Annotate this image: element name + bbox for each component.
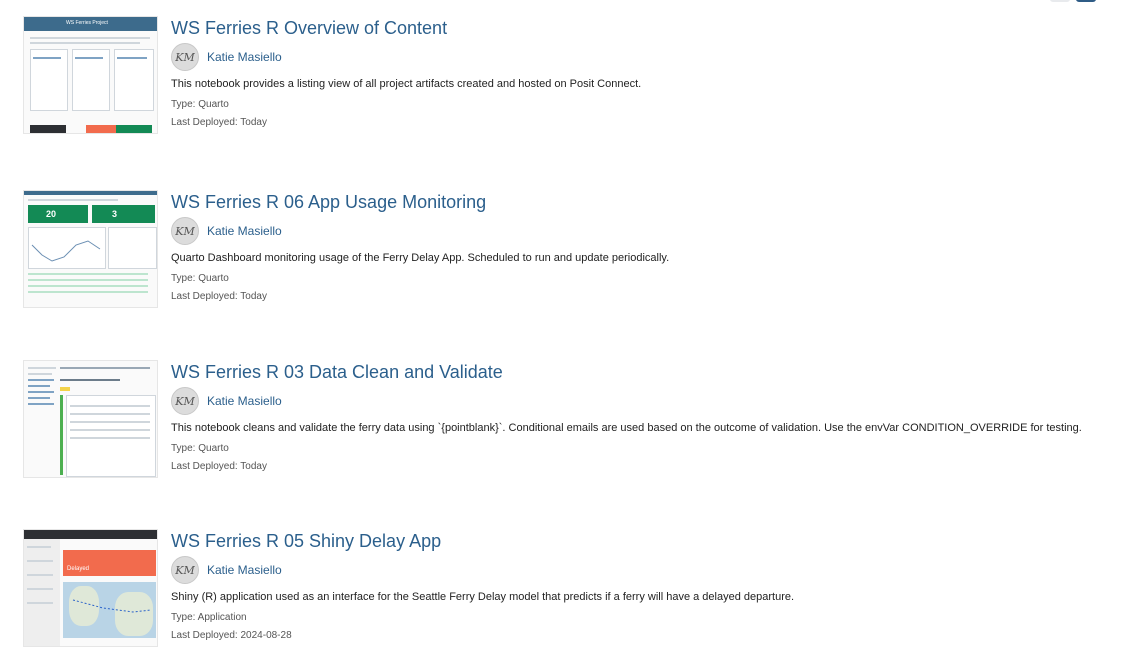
content-type: Type: Application <box>171 612 247 623</box>
avatar: KM <box>171 217 199 245</box>
grid-view-button[interactable] <box>1076 0 1096 2</box>
last-deployed: Last Deployed: 2024-08-28 <box>171 630 292 641</box>
stat-card: 20 <box>28 205 88 223</box>
list-view-button[interactable] <box>1050 0 1070 2</box>
usage-line-chart <box>31 240 101 262</box>
content-thumbnail[interactable]: 20 3 <box>23 190 158 308</box>
content-title-link[interactable]: WS Ferries R 06 App Usage Monitoring <box>171 190 1103 214</box>
avatar: KM <box>171 556 199 584</box>
content-type: Type: Quarto <box>171 443 229 454</box>
author-link[interactable]: Katie Masiello <box>207 50 282 64</box>
content-description: Shiny (R) application used as an interfa… <box>171 591 795 603</box>
content-title-link[interactable]: WS Ferries R Overview of Content <box>171 16 1103 40</box>
author-row: KM Katie Masiello <box>171 217 1103 245</box>
content-thumbnail[interactable]: Delayed <box>23 529 158 647</box>
avatar: KM <box>171 387 199 415</box>
author-row: KM Katie Masiello <box>171 387 1103 415</box>
prediction-banner: Delayed <box>63 550 156 576</box>
last-deployed: Last Deployed: Today <box>171 117 267 128</box>
author-link[interactable]: Katie Masiello <box>207 394 282 408</box>
content-type: Type: Quarto <box>171 99 229 110</box>
content-thumbnail[interactable] <box>23 360 158 478</box>
thumbnail-header: WS Ferries Project <box>24 17 157 31</box>
last-deployed: Last Deployed: Today <box>171 461 267 472</box>
view-toggle <box>1050 0 1096 2</box>
author-row: KM Katie Masiello <box>171 556 1103 584</box>
content-description: This notebook cleans and validate the fe… <box>171 422 1082 434</box>
stat-card: 3 <box>92 205 155 223</box>
content-type: Type: Quarto <box>171 273 229 284</box>
content-thumbnail[interactable]: WS Ferries Project <box>23 16 158 134</box>
map-thumbnail <box>63 582 156 638</box>
avatar: KM <box>171 43 199 71</box>
last-deployed: Last Deployed: Today <box>171 291 267 302</box>
content-description: This notebook provides a listing view of… <box>171 78 642 90</box>
author-link[interactable]: Katie Masiello <box>207 224 282 238</box>
content-title-link[interactable]: WS Ferries R 05 Shiny Delay App <box>171 529 1103 553</box>
author-row: KM Katie Masiello <box>171 43 1103 71</box>
content-description: Quarto Dashboard monitoring usage of the… <box>171 252 670 264</box>
author-link[interactable]: Katie Masiello <box>207 563 282 577</box>
content-title-link[interactable]: WS Ferries R 03 Data Clean and Validate <box>171 360 1103 384</box>
